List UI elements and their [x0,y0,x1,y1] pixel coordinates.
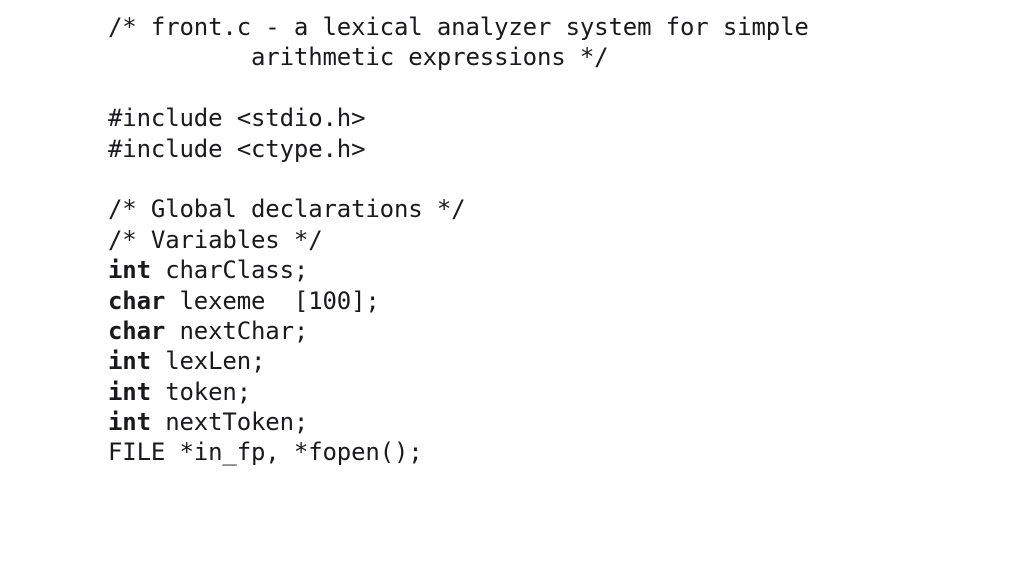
code-text: lexLen; [150,347,266,376]
code-line: int token; [108,377,988,407]
slide-canvas: /* front.c - a lexical analyzer system f… [0,0,1024,588]
code-text: lexeme [100]; [165,286,380,315]
code-text: #include <stdio.h> [108,104,366,133]
code-line: /* Variables */ [108,225,988,255]
code-line: int nextToken; [108,407,988,437]
code-keyword: int [108,408,151,437]
code-keyword: int [108,347,151,376]
code-line: arithmetic expressions */ [108,42,988,72]
code-text: nextToken; [150,408,309,437]
code-line: int lexLen; [108,346,988,376]
code-line: #include <stdio.h> [108,103,988,133]
code-listing: /* front.c - a lexical analyzer system f… [108,12,988,468]
code-line: /* Global declarations */ [108,194,988,224]
code-text: #include <ctype.h> [108,134,366,163]
code-line: #include <ctype.h> [108,134,988,164]
code-text: charClass; [150,256,309,285]
code-keyword: char [108,286,166,315]
code-text: arithmetic expressions */ [251,43,609,72]
code-text: FILE *in_fp, *fopen(); [108,438,423,467]
code-text: /* Variables */ [108,225,323,254]
code-line: char lexeme [100]; [108,286,988,316]
code-text: /* Global declarations */ [108,195,466,224]
code-keyword: int [108,256,151,285]
code-text: token; [150,377,252,406]
code-line: char nextChar; [108,316,988,346]
code-text: nextChar; [165,316,309,345]
code-text: /* front.c - a lexical analyzer system f… [108,13,809,41]
code-line: /* front.c - a lexical analyzer system f… [108,12,988,42]
code-keyword: char [108,316,166,345]
code-keyword: int [108,377,151,406]
code-line: int charClass; [108,255,988,285]
code-line: FILE *in_fp, *fopen(); [108,437,988,467]
